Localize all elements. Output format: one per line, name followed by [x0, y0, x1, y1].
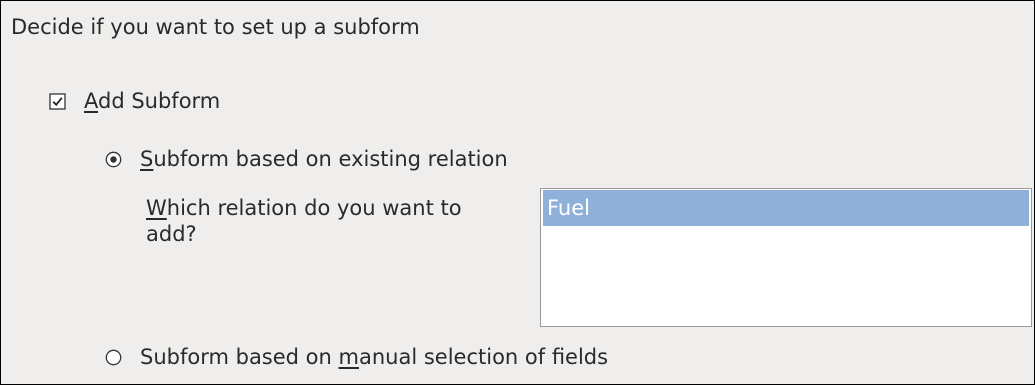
relation-question-label: Which relation do you want to add? [146, 196, 462, 246]
step-heading: Decide if you want to set up a subform [11, 15, 420, 39]
checkbox-checked-icon[interactable] [49, 92, 66, 110]
add-subform-label: Add Subform [84, 89, 221, 113]
radio-existing-relation-row[interactable]: Subform based on existing relation [105, 144, 508, 174]
relations-listbox[interactable]: Fuel [540, 188, 1032, 327]
subform-wizard-panel: Decide if you want to set up a subform A… [0, 0, 1035, 385]
radio-unselected-icon[interactable] [105, 349, 122, 366]
radio-manual-selection-label: Subform based on manual selection of fie… [140, 345, 609, 369]
radio-manual-selection-row[interactable]: Subform based on manual selection of fie… [105, 342, 608, 372]
radio-selected-icon[interactable] [105, 151, 122, 168]
radio-existing-relation-label: Subform based on existing relation [140, 147, 508, 171]
list-item-fuel[interactable]: Fuel [543, 190, 1029, 226]
add-subform-checkbox-row[interactable]: Add Subform [49, 86, 220, 116]
